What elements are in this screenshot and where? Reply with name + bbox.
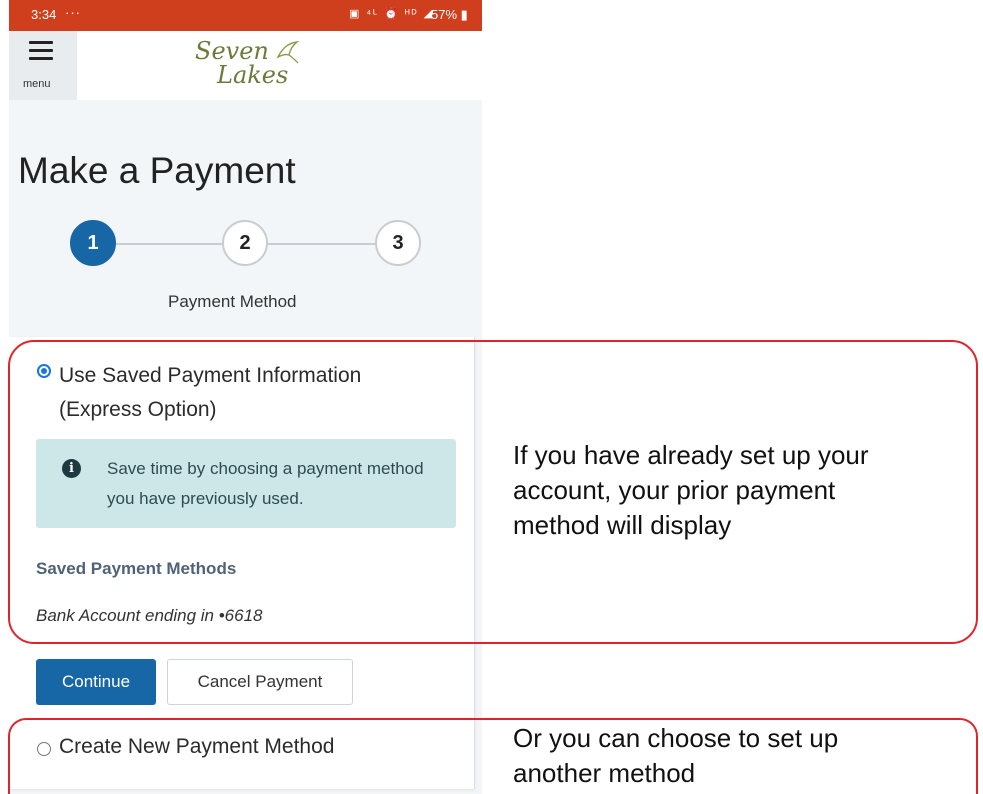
- status-icons: ▣ ⁴ᴸ ⏰ ᴴᴰ ◢: [349, 8, 435, 20]
- annotation-line: another method: [513, 758, 696, 788]
- bird-icon: [276, 40, 300, 64]
- annotation-line: method will display: [513, 510, 732, 540]
- app-header: menu Seven Lakes: [9, 31, 482, 100]
- status-bar: 3:34 ··· ▣ ⁴ᴸ ⏰ ᴴᴰ ◢ 57% ▮: [9, 0, 482, 31]
- logo-word-lakes: Lakes: [217, 61, 289, 89]
- step-3[interactable]: 3: [375, 220, 421, 266]
- annotation-line: Or you can choose to set up: [513, 723, 839, 753]
- cancel-payment-button[interactable]: Cancel Payment: [167, 659, 353, 705]
- annotation-line: If you have already set up your: [513, 440, 869, 470]
- step-label: Payment Method: [168, 292, 297, 311]
- annotation-saved-method: If you have already set up your account,…: [513, 438, 869, 543]
- step-2[interactable]: 2: [222, 220, 268, 266]
- annotation-new-method: Or you can choose to set up another meth…: [513, 721, 838, 791]
- menu-label: menu: [23, 78, 51, 90]
- menu-button[interactable]: menu: [9, 31, 77, 100]
- stepper-connector: [116, 243, 233, 245]
- page-title: Make a Payment: [18, 150, 296, 191]
- annotation-line: account, your prior payment: [513, 475, 836, 505]
- battery-percent: 57% ▮: [431, 7, 468, 22]
- status-time: 3:34: [31, 7, 57, 22]
- stepper-connector: [268, 243, 386, 245]
- step-1[interactable]: 1: [70, 220, 116, 266]
- status-dots: ···: [65, 5, 81, 20]
- continue-button[interactable]: Continue: [36, 659, 156, 705]
- hamburger-icon: [29, 41, 53, 65]
- seven-lakes-logo[interactable]: Seven Lakes: [187, 35, 307, 95]
